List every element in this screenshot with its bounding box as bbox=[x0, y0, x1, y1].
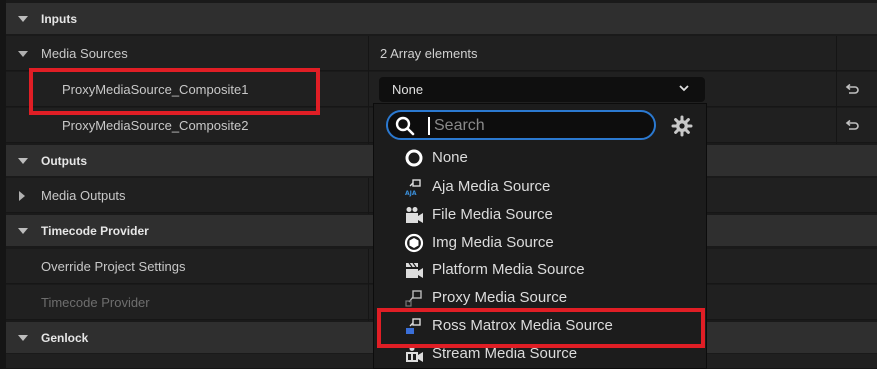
menu-item-platform[interactable]: Platform Media Source bbox=[384, 256, 702, 284]
menu-item-label: Proxy Media Source bbox=[432, 289, 568, 306]
expand-arrow-icon[interactable] bbox=[18, 51, 28, 57]
combo-value: None bbox=[392, 82, 424, 97]
menu-item-proxy[interactable]: Proxy Media Source bbox=[384, 284, 702, 312]
column-divider[interactable] bbox=[368, 178, 369, 214]
column-divider[interactable] bbox=[368, 36, 369, 144]
collapse-arrow-icon[interactable] bbox=[18, 16, 28, 22]
row-media-sources[interactable]: Media Sources 2 Array elements bbox=[6, 36, 877, 71]
category-label: Timecode Provider bbox=[41, 224, 149, 238]
property-label: Media Outputs bbox=[41, 188, 126, 203]
menu-item-label: Img Media Source bbox=[432, 234, 554, 251]
row-proxy-composite-1[interactable]: ProxyMediaSource_Composite1 None bbox=[6, 72, 877, 107]
menu-item-label: Platform Media Source bbox=[432, 261, 585, 278]
property-label: ProxyMediaSource_Composite2 bbox=[62, 118, 249, 133]
text-caret bbox=[428, 117, 430, 135]
category-label: Genlock bbox=[41, 331, 89, 345]
collapse-arrow-icon[interactable] bbox=[18, 228, 28, 234]
column-divider[interactable] bbox=[368, 249, 369, 321]
menu-item-label: Aja Media Source bbox=[432, 178, 551, 195]
menu-item-none[interactable]: None bbox=[384, 144, 702, 172]
property-label: Timecode Provider bbox=[41, 295, 150, 310]
platform-icon bbox=[406, 262, 423, 278]
reset-column-divider bbox=[836, 36, 837, 144]
svg-text:AJA: AJA bbox=[405, 190, 417, 197]
menu-item-label: Stream Media Source bbox=[432, 345, 578, 362]
chevron-down-icon bbox=[679, 85, 689, 92]
proxy-icon bbox=[405, 290, 422, 307]
property-label: Override Project Settings bbox=[41, 259, 186, 274]
category-inputs[interactable]: Inputs bbox=[6, 3, 877, 34]
menu-item-stream[interactable]: Stream Media Source bbox=[384, 340, 702, 368]
collapse-arrow-icon[interactable] bbox=[18, 335, 28, 341]
search-input[interactable] bbox=[432, 114, 646, 138]
menu-item-ross-matrox[interactable]: Ross Matrox Media Source bbox=[384, 312, 702, 340]
array-count: 2 Array elements bbox=[380, 46, 478, 61]
search-box[interactable] bbox=[386, 110, 656, 140]
reset-arrow-icon[interactable] bbox=[844, 83, 860, 97]
property-label: ProxyMediaSource_Composite1 bbox=[62, 82, 249, 97]
gear-icon[interactable] bbox=[671, 115, 693, 137]
ross-icon bbox=[406, 318, 421, 334]
category-label: Outputs bbox=[41, 154, 87, 168]
property-label: Media Sources bbox=[41, 46, 128, 61]
none-circle-icon bbox=[405, 149, 423, 167]
film-icon bbox=[406, 207, 423, 223]
menu-item-aja[interactable]: AJA Aja Media Source bbox=[384, 173, 702, 201]
media-source-combo[interactable]: None bbox=[379, 77, 705, 102]
class-picker-dropdown: None AJA Aja Media Source File Media Sou… bbox=[373, 103, 707, 369]
stream-icon bbox=[406, 346, 423, 362]
aja-icon: AJA bbox=[405, 179, 421, 197]
category-label: Inputs bbox=[41, 12, 77, 26]
menu-item-label: None bbox=[432, 149, 468, 166]
menu-item-img[interactable]: Img Media Source bbox=[384, 229, 702, 257]
collapse-arrow-icon[interactable] bbox=[18, 158, 28, 164]
menu-item-label: File Media Source bbox=[432, 206, 553, 223]
menu-item-label: Ross Matrox Media Source bbox=[432, 317, 613, 334]
img-icon bbox=[404, 233, 424, 253]
search-icon bbox=[395, 116, 415, 136]
reset-arrow-icon[interactable] bbox=[844, 119, 860, 133]
menu-item-file[interactable]: File Media Source bbox=[384, 201, 702, 229]
expand-arrow-icon[interactable] bbox=[19, 191, 25, 201]
